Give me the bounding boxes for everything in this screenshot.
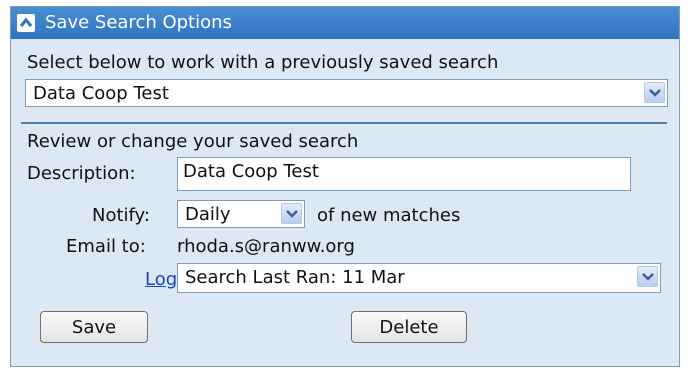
notify-selected-value: Daily	[185, 204, 231, 225]
log-link[interactable]: Log	[145, 269, 177, 290]
chevron-down-icon[interactable]	[281, 203, 302, 224]
email-value: rhoda.s@ranww.org	[177, 236, 355, 257]
saved-search-prompt: Select below to work with a previously s…	[27, 52, 499, 73]
save-button[interactable]: Save	[40, 311, 148, 343]
section-divider	[21, 122, 667, 124]
saved-search-selected-value: Data Coop Test	[33, 83, 169, 104]
description-label: Description:	[27, 163, 136, 184]
chevron-down-icon[interactable]	[644, 82, 665, 103]
chevron-up-icon[interactable]	[17, 14, 35, 32]
saved-search-select[interactable]: Data Coop Test	[25, 79, 668, 107]
chevron-down-icon[interactable]	[637, 266, 658, 287]
panel-title: Save Search Options	[45, 12, 232, 33]
notify-label: Notify:	[92, 205, 150, 226]
delete-button[interactable]: Delete	[351, 311, 467, 343]
log-selected-value: Search Last Ran: 11 Mar	[185, 267, 405, 288]
notify-select[interactable]: Daily	[177, 200, 305, 228]
description-field-box	[177, 157, 631, 191]
review-heading: Review or change your saved search	[27, 131, 359, 152]
description-field[interactable]	[183, 161, 613, 182]
log-select[interactable]: Search Last Ran: 11 Mar	[177, 263, 661, 293]
panel-titlebar: Save Search Options	[11, 7, 679, 39]
email-label: Email to:	[66, 236, 146, 257]
save-search-options-panel: Save Search Options Select below to work…	[10, 6, 680, 367]
notify-suffix: of new matches	[317, 205, 461, 226]
